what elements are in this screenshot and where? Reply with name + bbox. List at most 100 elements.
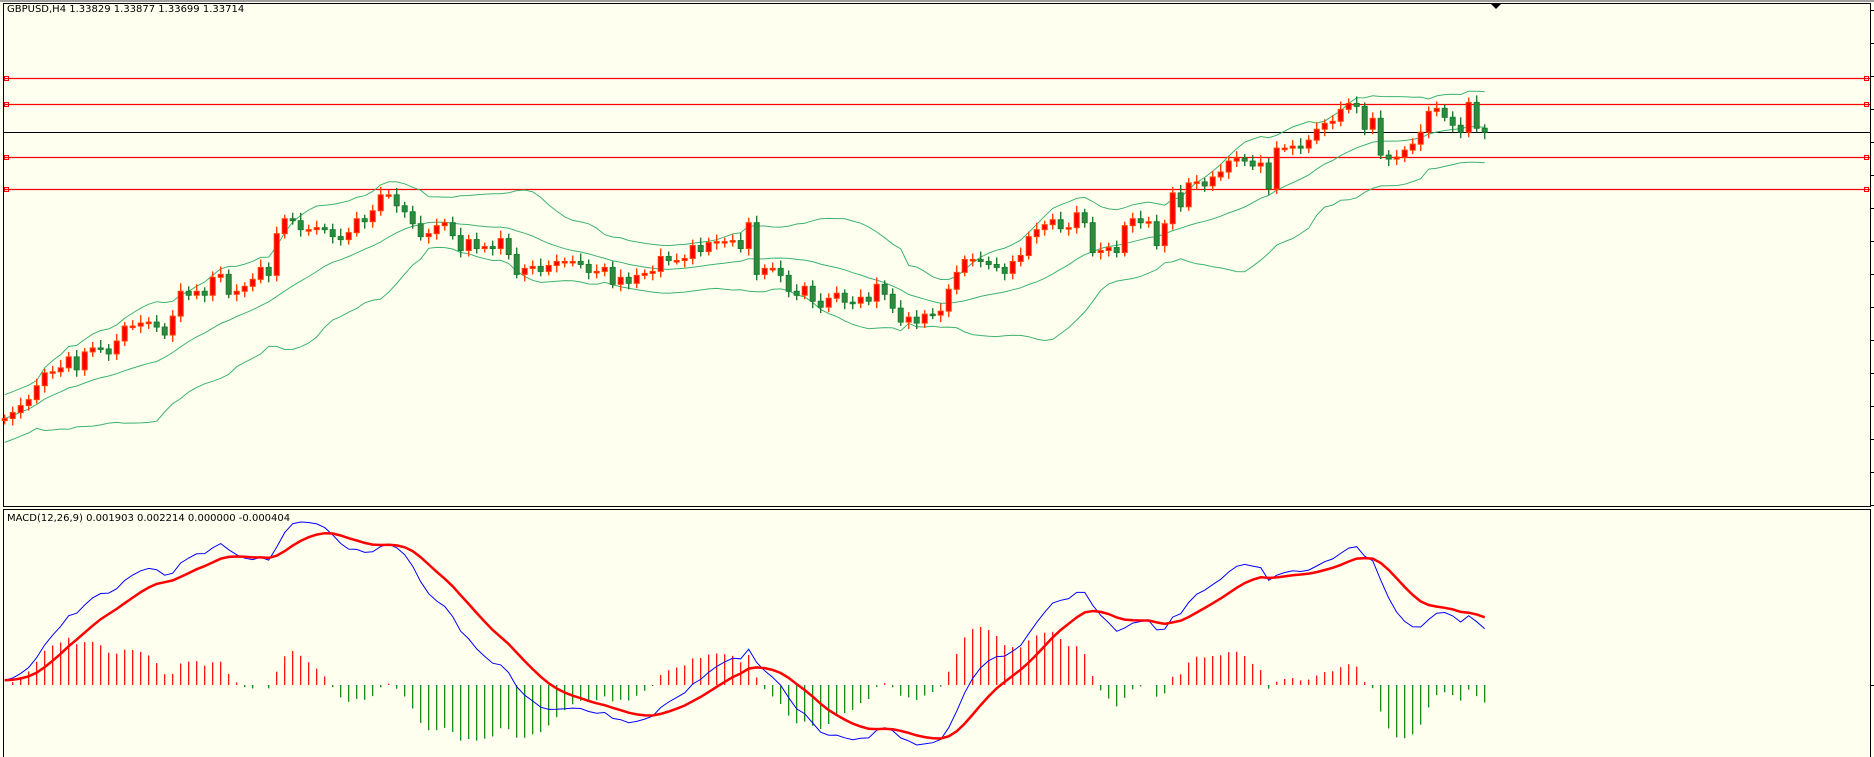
candle-body xyxy=(345,232,352,241)
candle-body xyxy=(145,321,152,325)
candle-body xyxy=(505,238,512,256)
candle-body xyxy=(905,316,912,323)
candle-body xyxy=(361,218,368,223)
candle-body xyxy=(993,263,1000,268)
candle-body xyxy=(97,347,104,350)
candle-body xyxy=(721,241,728,244)
candle-body xyxy=(649,270,656,274)
candle-body xyxy=(441,222,448,227)
candle-body xyxy=(817,300,824,308)
candle-body xyxy=(1097,250,1104,254)
candle-body xyxy=(369,210,376,223)
candle-body xyxy=(153,321,160,328)
candle-body xyxy=(1129,218,1136,227)
candle-body xyxy=(1257,162,1264,167)
bearish-candle xyxy=(753,215,760,281)
candle-body xyxy=(1241,157,1248,162)
candle-body xyxy=(1401,149,1408,158)
candle-body xyxy=(1201,181,1208,187)
candle-body xyxy=(1377,117,1384,156)
candle-body xyxy=(273,233,280,276)
candle-body xyxy=(1073,212,1080,229)
candle-body xyxy=(329,229,336,238)
candle-body xyxy=(233,290,240,295)
candle-body xyxy=(73,356,80,371)
candle-body xyxy=(1465,101,1472,133)
candle-body xyxy=(433,225,440,235)
candle-body xyxy=(161,326,168,336)
bullish-candle xyxy=(1273,141,1280,194)
candle-body xyxy=(529,265,536,269)
candle-body xyxy=(705,242,712,253)
candle-body xyxy=(1145,221,1152,224)
candle-body xyxy=(1121,225,1128,254)
candle-body xyxy=(1281,147,1288,151)
candle-body xyxy=(169,315,176,336)
candle-body xyxy=(977,258,984,262)
candle-body xyxy=(1361,105,1368,130)
candle-body xyxy=(9,412,16,420)
bearish-candle xyxy=(1089,216,1096,257)
candle-body xyxy=(321,227,328,231)
candle-body xyxy=(561,260,568,264)
candle-body xyxy=(697,245,704,253)
candle-body xyxy=(1193,181,1200,184)
candle-body xyxy=(1441,107,1448,118)
candle-body xyxy=(1345,102,1352,110)
candle-body xyxy=(833,292,840,299)
candle-body xyxy=(1473,101,1480,129)
candle-body xyxy=(1169,192,1176,225)
candle-body xyxy=(937,310,944,316)
candle-body xyxy=(217,273,224,278)
candle-body xyxy=(1337,108,1344,122)
candle-body xyxy=(865,296,872,302)
candle-body xyxy=(1,418,8,422)
candle-body xyxy=(625,276,632,284)
bullish-candle xyxy=(1465,97,1472,138)
candle-body xyxy=(225,273,232,295)
candle-body xyxy=(961,258,968,273)
candle-body xyxy=(185,290,192,296)
candle-body xyxy=(417,223,424,238)
candle-body xyxy=(1177,192,1184,208)
candle-body xyxy=(81,351,88,371)
candle-body xyxy=(401,205,408,213)
candle-body xyxy=(1265,162,1272,190)
candle-body xyxy=(265,266,272,276)
candle-body xyxy=(681,257,688,261)
candle-body xyxy=(1353,102,1360,107)
candle-body xyxy=(25,399,32,407)
candle-body xyxy=(89,347,96,353)
candle-body xyxy=(1057,219,1064,230)
candle-body xyxy=(1033,229,1040,238)
candle-body xyxy=(969,258,976,262)
candle-body xyxy=(753,222,760,275)
candle-body xyxy=(249,278,256,287)
bullish-candle xyxy=(1121,221,1128,257)
candle-body xyxy=(537,265,544,272)
candle-body xyxy=(65,356,72,369)
candle-body xyxy=(1393,156,1400,160)
candle-body xyxy=(1305,139,1312,149)
bullish-candle xyxy=(1185,177,1192,211)
candle-body xyxy=(1233,157,1240,162)
candle-body xyxy=(41,372,48,387)
candle-body xyxy=(129,325,136,329)
candle-body xyxy=(1041,224,1048,231)
candle-body xyxy=(1049,219,1056,226)
candle-body xyxy=(897,307,904,323)
chart-title: GBPUSD,H4 1.33829 1.33877 1.33699 1.3371… xyxy=(7,4,245,15)
macd-label: MACD(12,26,9) 0.001903 0.002214 0.000000… xyxy=(7,513,291,524)
candle-body xyxy=(289,218,296,222)
candle-body xyxy=(1273,147,1280,190)
candle-body xyxy=(497,238,504,250)
candle-body xyxy=(409,211,416,225)
candle-body xyxy=(1425,110,1432,133)
candle-body xyxy=(801,285,808,296)
candle-body xyxy=(729,240,736,243)
candle-body xyxy=(585,263,592,273)
candle-body xyxy=(777,267,784,276)
chart-canvas[interactable] xyxy=(0,0,1874,757)
candle-body xyxy=(889,293,896,309)
candle-body xyxy=(1417,131,1424,145)
